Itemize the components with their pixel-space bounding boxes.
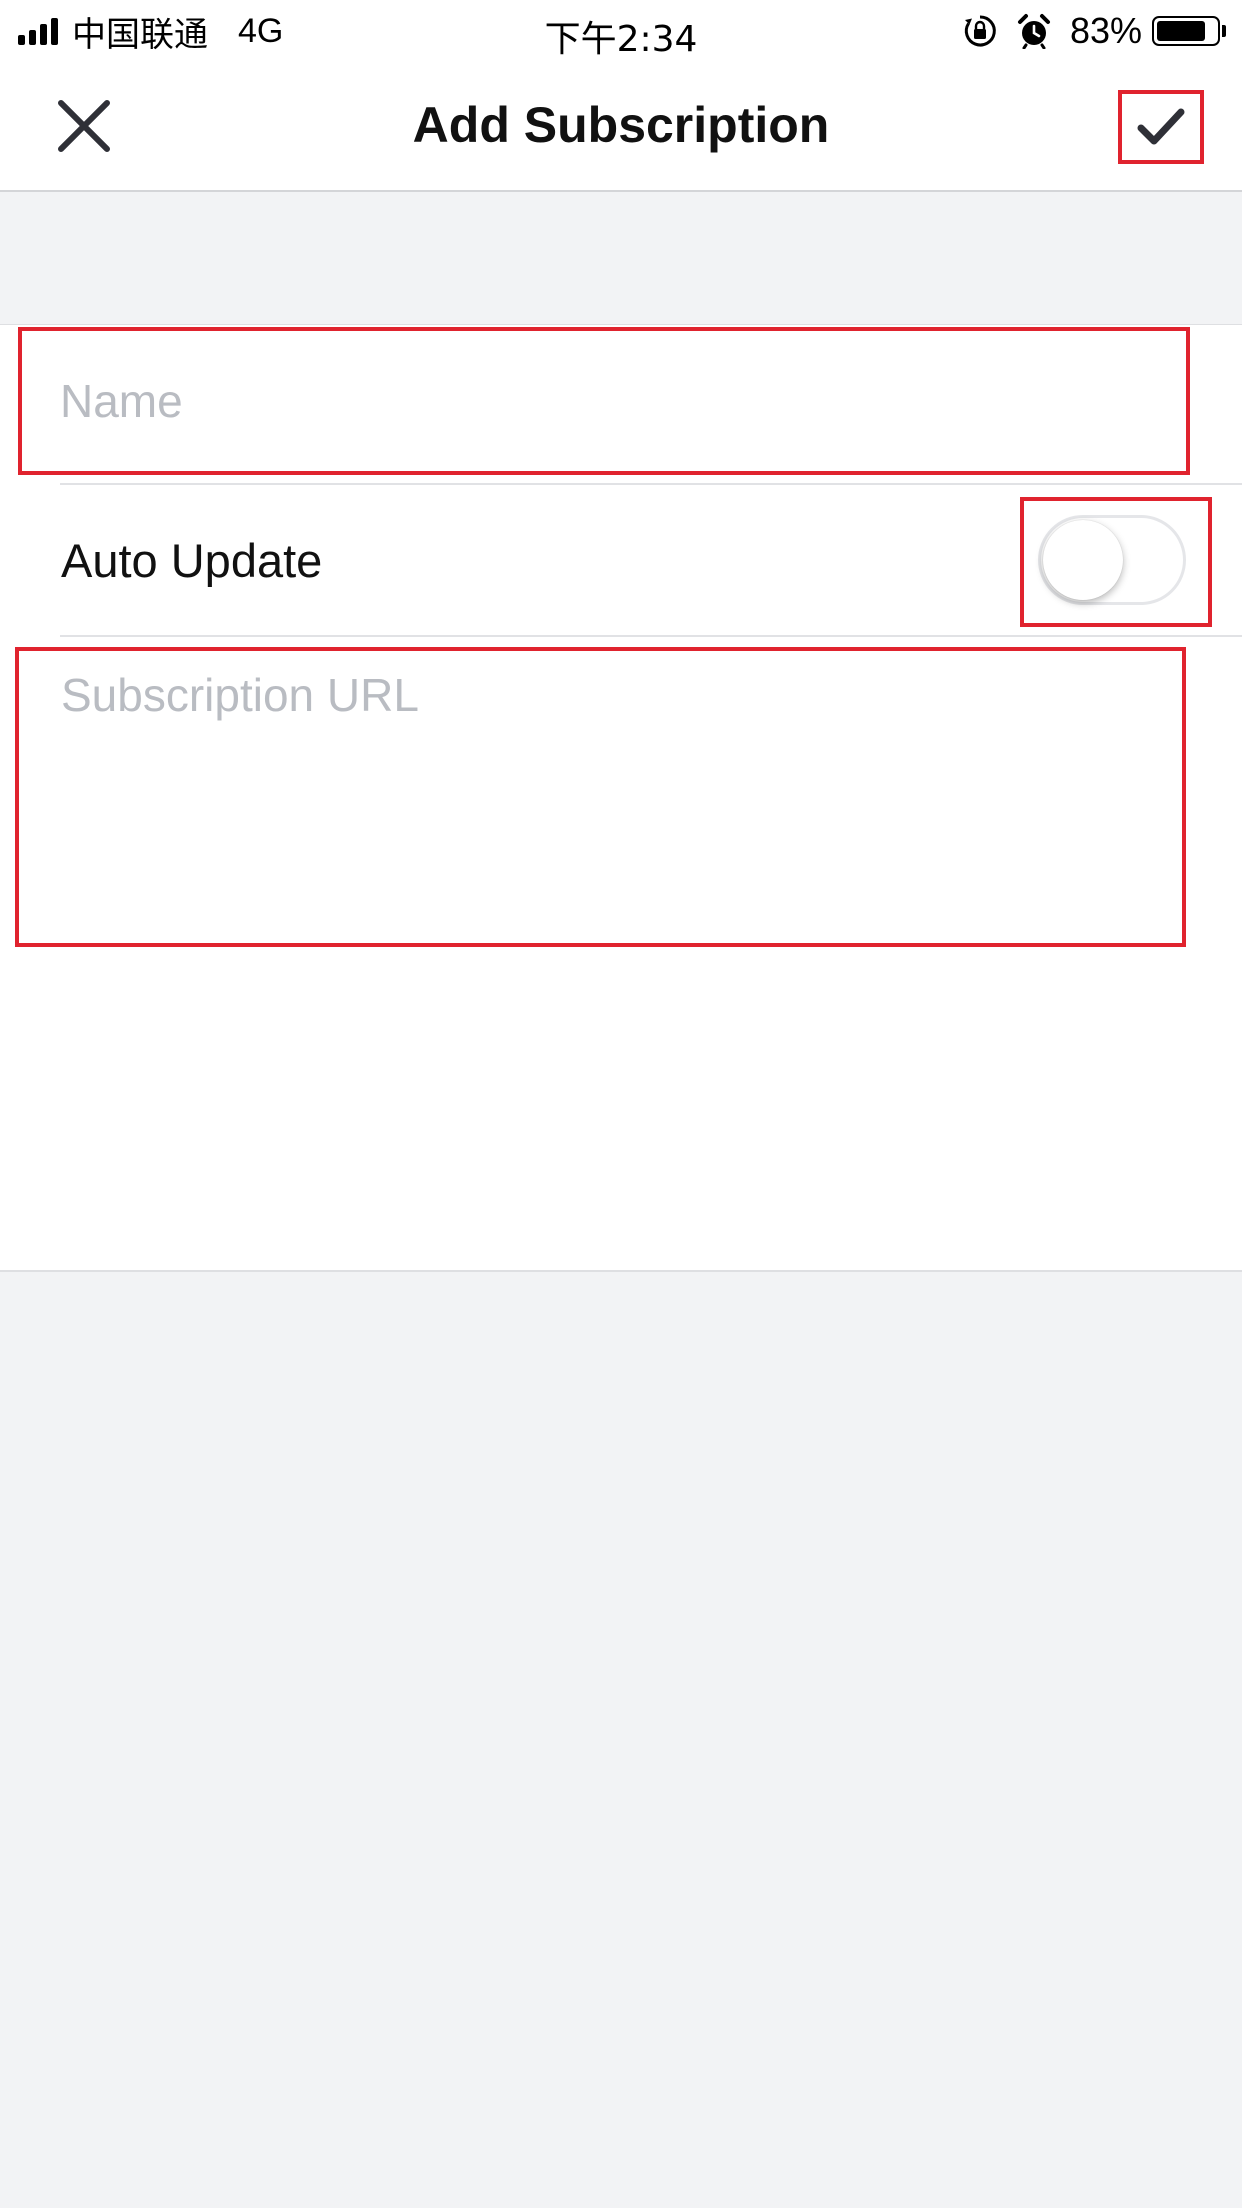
lock-rotation-icon <box>964 15 996 47</box>
name-field-frame <box>18 327 1190 475</box>
toggle-knob <box>1043 520 1123 600</box>
subscription-url-field-frame <box>15 647 1186 947</box>
page-title: Add Subscription <box>412 97 830 153</box>
confirm-button[interactable] <box>1118 90 1204 164</box>
row-divider <box>60 635 1242 637</box>
subscription-url-input[interactable] <box>61 667 1161 917</box>
name-input[interactable] <box>60 331 1160 471</box>
battery-icon <box>1152 16 1220 46</box>
status-right: 83% <box>962 10 1226 52</box>
auto-update-row: Auto Update <box>0 485 1242 635</box>
battery-percent: 83% <box>1069 10 1142 51</box>
auto-update-toggle[interactable] <box>1038 515 1186 605</box>
subscription-form: Auto Update <box>0 324 1242 1272</box>
battery-fill <box>1157 21 1206 41</box>
alarm-icon <box>1017 14 1050 49</box>
status-bar: 中国联通 4G 下午2:34 83% <box>0 0 1242 62</box>
auto-update-label: Auto Update <box>61 534 323 587</box>
navigation-bar: Add Subscription <box>0 62 1242 192</box>
battery-cap <box>1222 25 1226 37</box>
auto-update-toggle-frame <box>1020 497 1212 627</box>
checkmark-icon <box>1137 108 1185 145</box>
